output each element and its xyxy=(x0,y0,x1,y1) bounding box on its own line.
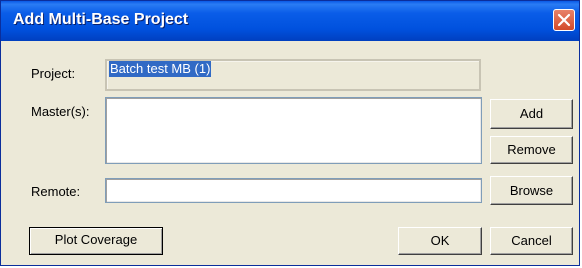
plot-coverage-button[interactable]: Plot Coverage xyxy=(29,227,163,255)
dialog-window: Add Multi-Base Project Project: Batch te… xyxy=(0,0,580,266)
title-bar[interactable]: Add Multi-Base Project xyxy=(1,1,579,41)
masters-list[interactable] xyxy=(105,97,482,164)
add-button-label: Add xyxy=(519,106,544,121)
close-button[interactable] xyxy=(553,9,575,31)
browse-button[interactable]: Browse xyxy=(490,176,573,205)
ok-button-label: OK xyxy=(430,233,450,248)
browse-button-label: Browse xyxy=(509,183,554,198)
remote-label: Remote: xyxy=(31,184,81,199)
add-button[interactable]: Add xyxy=(490,99,573,129)
masters-label: Master(s): xyxy=(31,104,90,119)
remote-input[interactable] xyxy=(105,178,482,203)
ok-button[interactable]: OK xyxy=(398,227,482,255)
close-icon xyxy=(557,13,571,27)
cancel-button-label: Cancel xyxy=(511,233,552,248)
remove-button[interactable]: Remove xyxy=(490,136,573,164)
project-field[interactable]: Batch test MB (1) xyxy=(105,59,481,91)
project-label: Project: xyxy=(31,66,76,81)
plot-coverage-label: Plot Coverage xyxy=(54,232,138,247)
dialog-title: Add Multi-Base Project xyxy=(13,11,189,28)
project-value: Batch test MB (1) xyxy=(109,61,212,77)
cancel-button[interactable]: Cancel xyxy=(490,227,573,255)
remove-button-label: Remove xyxy=(507,142,556,157)
